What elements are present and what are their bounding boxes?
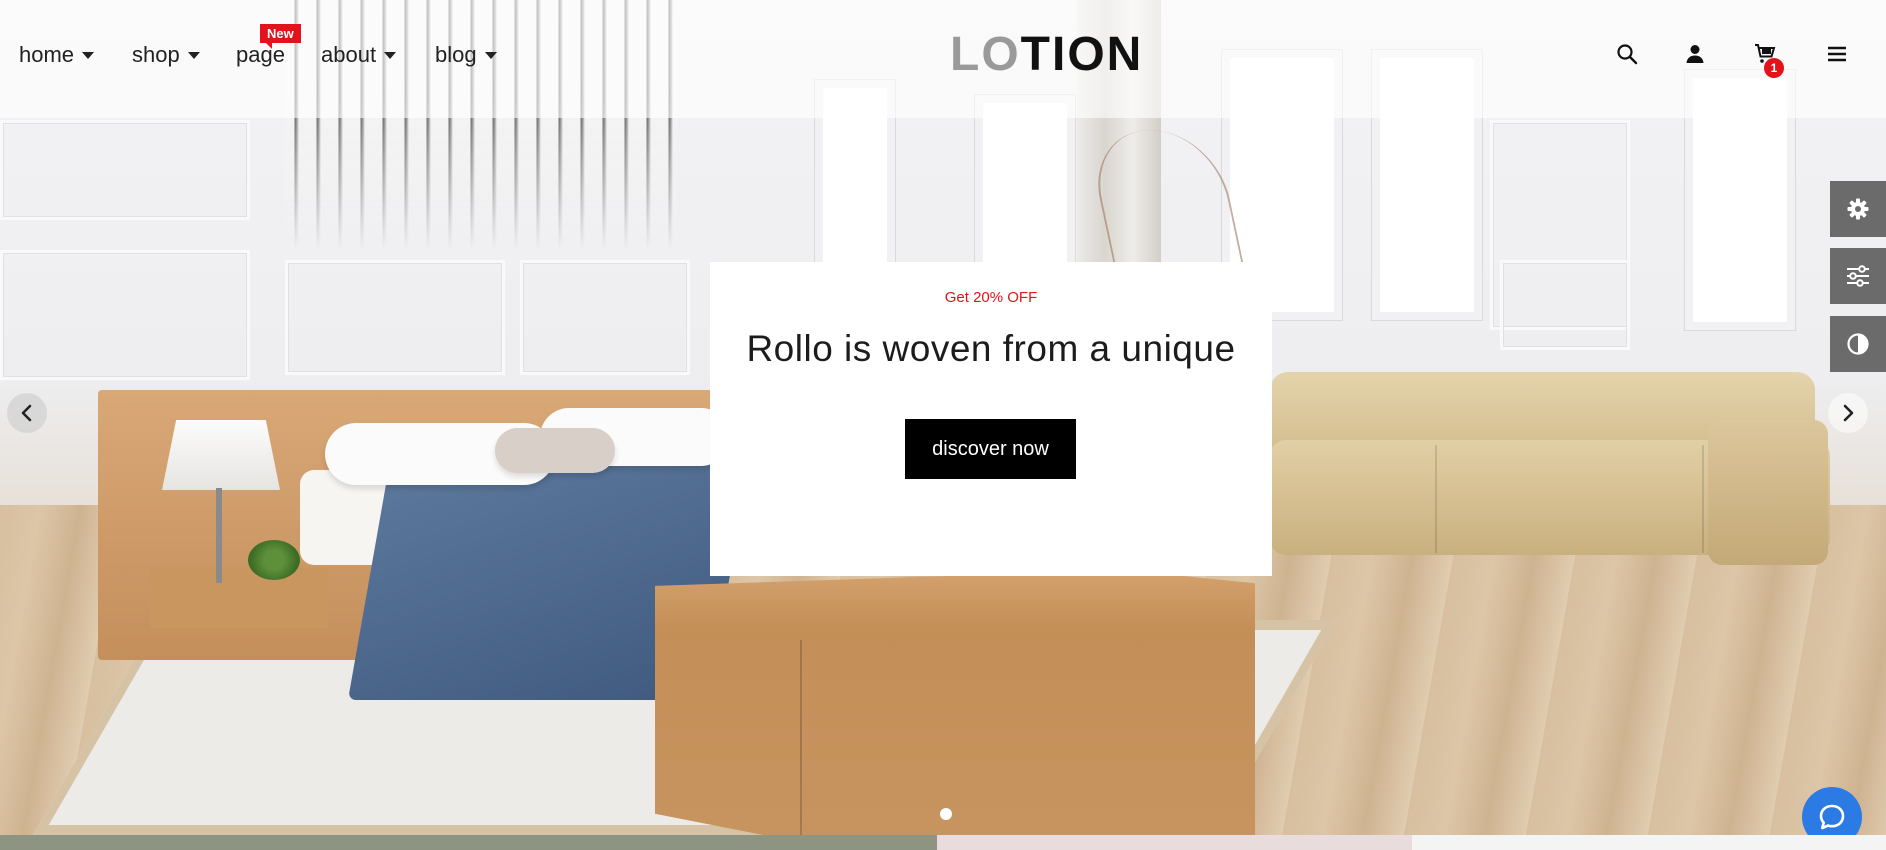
chat-bubble-icon [1819,804,1845,830]
slider-dot[interactable] [940,808,952,820]
contrast-rail-button[interactable] [1830,316,1886,372]
hero-offer-card: Get 20% OFF Rollo is woven from a unique… [710,262,1272,576]
nav-item-blog[interactable]: blog [435,42,497,68]
nav-item-label: blog [435,42,477,67]
filter-rail-button[interactable] [1830,248,1886,304]
caret-down-icon [187,51,200,59]
logo-text-part1: LO [950,27,1021,81]
preview-image-3 [1412,835,1886,850]
slider-prev-button[interactable] [7,393,47,433]
nav-item-label: page [236,42,285,67]
chevron-right-icon [1843,404,1854,422]
user-icon[interactable] [1683,42,1707,66]
nav-item-label: shop [132,42,180,67]
hero-title: Rollo is woven from a unique [746,328,1236,369]
gear-icon [1847,198,1869,220]
new-badge: New [260,24,301,49]
menu-icon[interactable] [1825,42,1849,66]
search-icon[interactable] [1615,42,1639,66]
cart-count-badge: 1 [1764,58,1784,78]
site-logo[interactable]: LO TION [950,26,1142,82]
nav-item-shop[interactable]: shop [132,42,200,68]
caret-down-icon [484,51,497,59]
preview-image-1 [0,835,937,850]
site-header: home shop page New about blog LO TION 1 [0,0,1886,118]
nav-item-page[interactable]: page [236,42,285,68]
nav-item-about[interactable]: about [321,42,397,68]
chevron-left-icon [21,404,32,422]
caret-down-icon [82,51,95,59]
sliders-icon [1847,265,1869,287]
logo-text-part2: TION [1020,27,1144,81]
contrast-icon [1847,333,1869,355]
nav-item-label: about [321,42,377,67]
settings-rail-button[interactable] [1830,181,1886,237]
discover-now-button[interactable]: discover now [905,419,1076,479]
offer-tag: Get 20% OFF [944,289,1038,306]
preview-image-2 [937,835,1412,850]
nav-item-label: home [19,42,75,67]
caret-down-icon [384,51,397,59]
next-section-preview-strip [0,835,1886,850]
slider-next-button[interactable] [1828,393,1868,433]
nav-item-home[interactable]: home [19,42,95,68]
